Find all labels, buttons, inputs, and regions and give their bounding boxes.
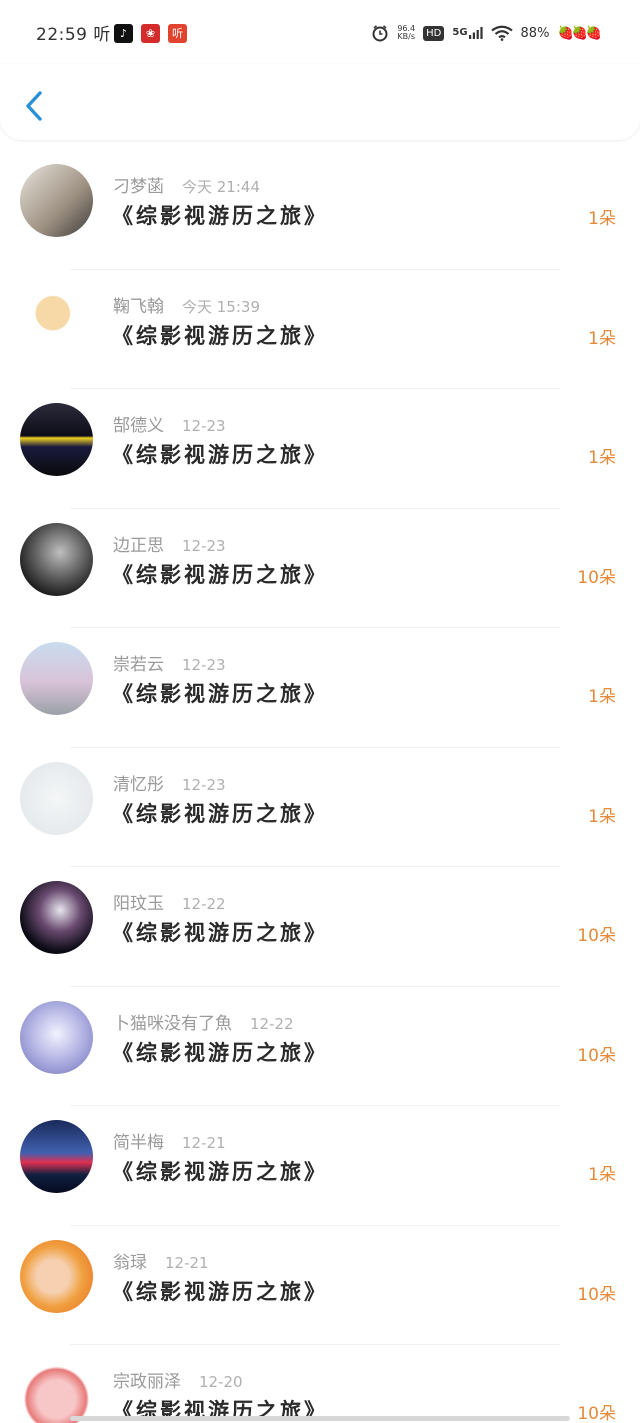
sender-line: 崇若云 12-23 bbox=[113, 650, 226, 675]
strawberry-icon: 🍓🍓🍓 bbox=[557, 25, 602, 41]
sender-line: 翁琭 12-21 bbox=[113, 1248, 209, 1273]
sender-line: 卜猫咪没有了魚 12-22 bbox=[113, 1009, 294, 1034]
book-title[interactable]: 《综影视游历之旅》 bbox=[112, 1156, 328, 1186]
sender-line: 郜德义 12-23 bbox=[113, 411, 226, 436]
sender-name[interactable]: 刁梦菡 bbox=[113, 177, 164, 197]
chevron-left-icon bbox=[26, 91, 42, 121]
flower-count: 1朵 bbox=[588, 1165, 616, 1185]
sender-name[interactable]: 卜猫咪没有了魚 bbox=[113, 1014, 232, 1034]
timestamp: 12-23 bbox=[182, 775, 226, 794]
status-indicators: 96.4 KB/s HD 5G 88% 🍓🍓🍓 bbox=[371, 22, 602, 44]
timestamp: 12-20 bbox=[199, 1373, 243, 1391]
hd-badge: HD bbox=[423, 25, 445, 41]
avatar[interactable] bbox=[20, 761, 93, 835]
avatar[interactable] bbox=[20, 522, 93, 596]
list-item[interactable]: 清忆彤 12-23 《综影视游历之旅》 1朵 bbox=[0, 748, 640, 867]
status-bar: 22:59 听 ♪ ❀ 听 96.4 KB/s HD 5G 88% 🍓🍓🍓 bbox=[0, 0, 640, 64]
sender-name[interactable]: 宗政丽泽 bbox=[113, 1372, 181, 1392]
sender-line: 边正思 12-23 bbox=[113, 531, 226, 556]
list-item[interactable]: 鞠飞翰 今天 15:39 《综影视游历之旅》 1朵 bbox=[0, 270, 640, 389]
sender-name[interactable]: 阳玟玉 bbox=[113, 894, 164, 914]
timestamp: 12-21 bbox=[165, 1253, 209, 1272]
book-title[interactable]: 《综影视游历之旅》 bbox=[112, 1276, 328, 1306]
avatar[interactable] bbox=[20, 1239, 93, 1313]
top-nav-bar bbox=[0, 64, 640, 140]
list-item[interactable]: 阳玟玉 12-22 《综影视游历之旅》 10朵 bbox=[0, 867, 640, 987]
avatar[interactable] bbox=[20, 1000, 93, 1074]
flower-count: 1朵 bbox=[588, 687, 616, 707]
flower-count: 1朵 bbox=[588, 328, 616, 349]
status-time: 22:59 听 bbox=[36, 25, 111, 45]
alarm-icon bbox=[372, 25, 388, 42]
sender-name[interactable]: 边正思 bbox=[113, 536, 164, 556]
avatar[interactable] bbox=[20, 403, 93, 476]
signal-bars-icon bbox=[468, 27, 483, 39]
timestamp: 今天 21:44 bbox=[182, 178, 260, 196]
app-red-icon: ❀ bbox=[141, 24, 160, 43]
list-item[interactable]: 郜德义 12-23 《综影视游历之旅》 1朵 bbox=[0, 389, 640, 509]
sender-line: 鞠飞翰 今天 15:39 bbox=[113, 292, 260, 317]
flower-count: 10朵 bbox=[577, 567, 616, 588]
book-title[interactable]: 《综影视游历之旅》 bbox=[112, 200, 328, 230]
sender-name[interactable]: 郜德义 bbox=[113, 416, 164, 436]
sender-line: 宗政丽泽 12-20 bbox=[113, 1367, 243, 1392]
list-item[interactable]: 翁琭 12-21 《综影视游历之旅》 10朵 bbox=[0, 1226, 640, 1345]
flower-count: 10朵 bbox=[577, 1404, 616, 1423]
avatar[interactable] bbox=[20, 1120, 93, 1193]
book-title[interactable]: 《综影视游历之旅》 bbox=[112, 798, 328, 828]
book-title[interactable]: 《综影视游历之旅》 bbox=[112, 1037, 328, 1067]
book-title[interactable]: 《综影视游历之旅》 bbox=[112, 439, 328, 469]
avatar[interactable] bbox=[20, 1359, 93, 1423]
timestamp: 12-23 bbox=[182, 536, 226, 555]
avatar[interactable] bbox=[20, 881, 93, 954]
sender-name[interactable]: 翁琭 bbox=[113, 1253, 147, 1273]
timestamp: 12-22 bbox=[250, 1014, 294, 1033]
flower-count: 10朵 bbox=[577, 1284, 616, 1305]
signal-5g: 5G bbox=[452, 27, 483, 39]
flower-count: 10朵 bbox=[577, 1045, 616, 1066]
flower-count: 1朵 bbox=[588, 448, 616, 468]
book-title[interactable]: 《综影视游历之旅》 bbox=[112, 678, 328, 708]
flower-count: 1朵 bbox=[588, 806, 616, 827]
wifi-icon bbox=[490, 25, 513, 41]
sender-line: 刁梦菡 今天 21:44 bbox=[113, 172, 260, 197]
flower-count: 10朵 bbox=[577, 926, 616, 946]
avatar[interactable] bbox=[20, 283, 93, 357]
listen-app-icon: 听 bbox=[168, 24, 187, 43]
list-item[interactable]: 崇若云 12-23 《综影视游历之旅》 1朵 bbox=[0, 628, 640, 748]
back-button[interactable] bbox=[18, 86, 52, 126]
avatar[interactable] bbox=[20, 164, 93, 237]
battery-level: 88% bbox=[520, 25, 550, 41]
list-item[interactable]: 宗政丽泽 12-20 《综影视游历之旅》 10朵 bbox=[0, 1345, 640, 1423]
tiktok-icon: ♪ bbox=[114, 24, 133, 43]
timestamp: 12-21 bbox=[182, 1134, 226, 1152]
network-speed: 96.4 KB/s bbox=[397, 24, 416, 41]
book-title[interactable]: 《综影视游历之旅》 bbox=[112, 320, 328, 350]
timestamp: 12-23 bbox=[182, 656, 226, 674]
flower-count: 1朵 bbox=[588, 209, 616, 229]
timestamp: 12-22 bbox=[182, 895, 226, 913]
avatar[interactable] bbox=[20, 642, 93, 715]
timestamp: 今天 15:39 bbox=[182, 297, 260, 316]
timestamp: 12-23 bbox=[182, 417, 226, 435]
sender-line: 清忆彤 12-23 bbox=[113, 770, 226, 795]
book-title[interactable]: 《综影视游历之旅》 bbox=[112, 917, 328, 947]
home-indicator bbox=[70, 1416, 570, 1421]
sender-name[interactable]: 崇若云 bbox=[113, 655, 164, 675]
list-item[interactable]: 边正思 12-23 《综影视游历之旅》 10朵 bbox=[0, 509, 640, 628]
sender-line: 阳玟玉 12-22 bbox=[113, 889, 226, 914]
sender-name[interactable]: 鞠飞翰 bbox=[113, 297, 164, 317]
list-item[interactable]: 简半梅 12-21 《综影视游历之旅》 1朵 bbox=[0, 1106, 640, 1226]
sender-name[interactable]: 清忆彤 bbox=[113, 775, 164, 795]
book-title[interactable]: 《综影视游历之旅》 bbox=[112, 559, 328, 589]
list-item[interactable]: 刁梦菡 今天 21:44 《综影视游历之旅》 1朵 bbox=[0, 150, 640, 270]
flower-gift-list: 刁梦菡 今天 21:44 《综影视游历之旅》 1朵 鞠飞翰 今天 15:39 《综影… bbox=[0, 150, 640, 1423]
sender-name[interactable]: 简半梅 bbox=[113, 1133, 164, 1153]
sender-line: 简半梅 12-21 bbox=[113, 1128, 226, 1153]
list-item[interactable]: 卜猫咪没有了魚 12-22 《综影视游历之旅》 10朵 bbox=[0, 987, 640, 1106]
